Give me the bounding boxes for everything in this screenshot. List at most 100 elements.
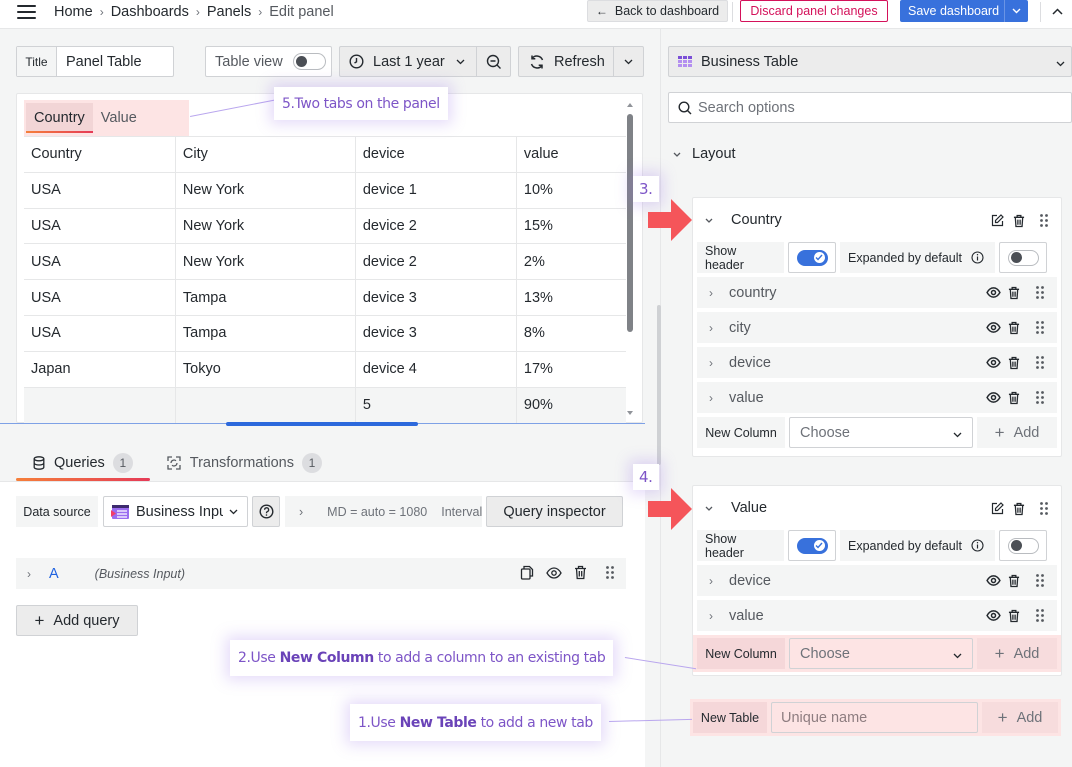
trash-icon[interactable]: [1008, 609, 1020, 623]
table-scrollbar[interactable]: [627, 103, 633, 415]
time-range-button[interactable]: Last 1 year: [340, 47, 477, 76]
eye-icon[interactable]: [986, 287, 1001, 298]
drag-handle-icon[interactable]: [1035, 608, 1045, 623]
trash-icon[interactable]: [1008, 391, 1020, 405]
vertical-splitter-handle[interactable]: [657, 305, 661, 465]
add-query-button[interactable]: + Add query: [16, 605, 138, 636]
info-icon[interactable]: [971, 251, 984, 264]
scroll-thumb[interactable]: [627, 114, 633, 332]
horizontal-splitter-handle[interactable]: [226, 422, 418, 426]
tab-queries[interactable]: Queries 1: [16, 448, 150, 481]
panel-tab-country[interactable]: Country: [26, 103, 93, 133]
column-header[interactable]: City: [174, 136, 356, 173]
layout-section-header[interactable]: Layout: [673, 146, 736, 162]
query-ref-id[interactable]: A: [49, 566, 59, 582]
field-row-device[interactable]: › device: [697, 565, 1057, 596]
refresh-picker[interactable]: Refresh: [518, 46, 644, 77]
new-column-select[interactable]: Choose: [789, 638, 973, 669]
search-options-input[interactable]: Search options: [668, 92, 1072, 123]
column-header[interactable]: Country: [24, 136, 176, 173]
breadcrumb-home[interactable]: Home: [54, 4, 93, 20]
info-icon[interactable]: [971, 539, 984, 552]
visualization-picker[interactable]: Business Table: [668, 46, 1072, 77]
refresh-interval-dropdown[interactable]: [614, 47, 643, 76]
show-header-toggle[interactable]: [788, 530, 836, 561]
trash-icon[interactable]: [1008, 321, 1020, 335]
trash-icon[interactable]: [1008, 356, 1020, 370]
chevron-up-icon[interactable]: [1052, 2, 1063, 18]
add-column-button[interactable]: + Add: [977, 638, 1057, 669]
query-inspector-button[interactable]: Query inspector: [486, 496, 623, 527]
chevron-down-icon[interactable]: [705, 502, 713, 514]
query-row[interactable]: › A (Business Input): [16, 558, 626, 589]
time-picker[interactable]: Last 1 year: [339, 46, 511, 77]
trash-icon[interactable]: [1013, 214, 1025, 228]
field-row-city[interactable]: › city: [697, 312, 1057, 343]
drag-handle-icon[interactable]: [1035, 390, 1045, 405]
eye-icon[interactable]: [986, 575, 1001, 586]
add-column-button[interactable]: + Add: [977, 417, 1057, 448]
chevron-right-icon[interactable]: ›: [709, 391, 713, 405]
field-row-device[interactable]: › device: [697, 347, 1057, 378]
edit-icon[interactable]: [991, 502, 1004, 515]
chevron-right-icon[interactable]: ›: [27, 567, 31, 581]
trash-icon[interactable]: [1013, 502, 1025, 516]
new-table-name-input[interactable]: Unique name: [771, 702, 978, 733]
table-view-switch[interactable]: Table view: [205, 46, 332, 77]
breadcrumb-dashboards[interactable]: Dashboards: [111, 4, 189, 20]
data-source-select[interactable]: Business Input: [103, 496, 248, 527]
drag-handle-icon[interactable]: [1035, 355, 1045, 370]
data-source-help-button[interactable]: [252, 496, 280, 527]
back-to-dashboard-button[interactable]: ← Back to dashboard: [587, 0, 728, 22]
edit-icon[interactable]: [991, 214, 1004, 227]
query-options[interactable]: › MD = auto = 1080 Interval: [285, 496, 482, 527]
save-dashboard-button[interactable]: Save dashboard: [900, 0, 1028, 22]
show-header-toggle[interactable]: [788, 242, 836, 273]
scroll-up-icon[interactable]: [627, 103, 633, 107]
add-table-button[interactable]: + Add: [982, 702, 1058, 733]
tab-transformations[interactable]: Transformations 1: [150, 448, 339, 478]
trash-icon[interactable]: [574, 565, 587, 580]
eye-icon[interactable]: [986, 322, 1001, 333]
column-header[interactable]: device: [354, 136, 517, 173]
new-column-select[interactable]: Choose: [789, 417, 973, 448]
group-header[interactable]: Value: [693, 486, 1061, 530]
refresh-button[interactable]: Refresh: [519, 47, 614, 76]
eye-icon[interactable]: [986, 357, 1001, 368]
zoom-out-button[interactable]: [477, 47, 510, 76]
expanded-by-default-toggle[interactable]: [999, 530, 1047, 561]
chevron-right-icon[interactable]: ›: [709, 321, 713, 335]
field-row-value[interactable]: › value: [697, 600, 1057, 631]
trash-icon[interactable]: [1008, 286, 1020, 300]
column-header[interactable]: value: [515, 136, 626, 173]
chevron-right-icon[interactable]: ›: [709, 609, 713, 623]
drag-handle-icon[interactable]: [1035, 573, 1045, 588]
chevron-right-icon[interactable]: ›: [709, 574, 713, 588]
eye-icon[interactable]: [986, 392, 1001, 403]
chevron-right-icon[interactable]: ›: [709, 356, 713, 370]
field-row-value[interactable]: › value: [697, 382, 1057, 413]
panel-title-field[interactable]: Title Panel Table: [16, 46, 174, 77]
copy-icon[interactable]: [520, 565, 534, 580]
menu-icon[interactable]: [17, 5, 36, 20]
breadcrumb-panels[interactable]: Panels: [207, 4, 251, 20]
drag-handle-icon[interactable]: [605, 565, 615, 580]
chevron-down-icon[interactable]: [705, 214, 713, 226]
scroll-down-icon[interactable]: [627, 411, 633, 415]
drag-handle-icon[interactable]: [1035, 285, 1045, 300]
chevron-right-icon[interactable]: ›: [709, 286, 713, 300]
panel-tab-value[interactable]: Value: [93, 103, 145, 133]
chevron-down-icon[interactable]: [1004, 0, 1028, 22]
group-header[interactable]: Country: [693, 198, 1061, 242]
expanded-by-default-toggle[interactable]: [999, 242, 1047, 273]
title-input[interactable]: Panel Table: [57, 47, 173, 76]
discard-changes-button[interactable]: Discard panel changes: [740, 0, 888, 22]
field-row-country[interactable]: › country: [697, 277, 1057, 308]
eye-icon[interactable]: [546, 566, 562, 579]
table-view-toggle[interactable]: [292, 53, 326, 70]
eye-icon[interactable]: [986, 610, 1001, 621]
drag-handle-icon[interactable]: [1039, 213, 1049, 228]
trash-icon[interactable]: [1008, 574, 1020, 588]
drag-handle-icon[interactable]: [1039, 501, 1049, 516]
drag-handle-icon[interactable]: [1035, 320, 1045, 335]
